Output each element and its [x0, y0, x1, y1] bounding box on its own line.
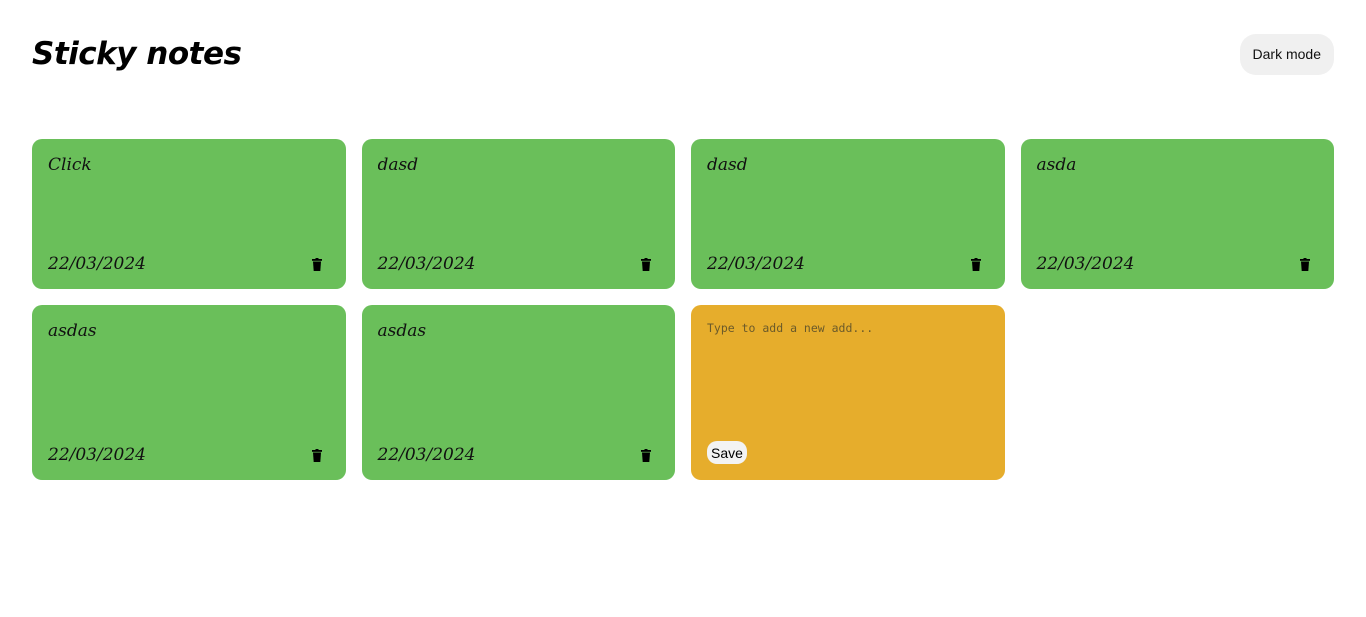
note-footer: 22/03/2024	[378, 253, 660, 275]
note-card: asdas 22/03/2024	[32, 305, 346, 480]
note-text: Click	[48, 155, 92, 175]
trash-icon[interactable]	[965, 253, 987, 275]
note-text: asda	[1036, 155, 1077, 175]
new-note-card: Save	[691, 305, 1005, 480]
note-text: dasd	[377, 155, 419, 175]
note-footer: 22/03/2024	[48, 444, 330, 466]
note-date: 22/03/2024	[1036, 254, 1135, 274]
note-card: asda 22/03/2024	[1020, 139, 1334, 289]
trash-icon[interactable]	[306, 253, 328, 275]
note-text: dasd	[707, 155, 748, 175]
note-card: dasd 22/03/2024	[361, 139, 675, 289]
note-text: asdas	[48, 321, 97, 341]
note-date: 22/03/2024	[707, 254, 805, 274]
note-card: Click 22/03/2024	[32, 139, 346, 289]
note-text: asdas	[377, 321, 427, 341]
note-date: 22/03/2024	[48, 445, 146, 465]
note-footer: 22/03/2024	[48, 253, 330, 275]
note-date: 22/03/2024	[48, 254, 146, 274]
dark-mode-button[interactable]: Dark mode	[1239, 33, 1334, 75]
note-date: 22/03/2024	[377, 254, 476, 274]
trash-icon[interactable]	[635, 253, 657, 275]
new-note-input[interactable]	[707, 321, 989, 441]
trash-icon[interactable]	[635, 444, 657, 466]
app-page: Sticky notes Dark mode Click 22/03/2024 …	[0, 0, 1366, 617]
header: Sticky notes Dark mode	[32, 33, 1334, 75]
note-footer: 22/03/2024	[378, 444, 660, 466]
new-note-footer: Save	[707, 441, 989, 466]
page-title: Sticky notes	[32, 36, 242, 72]
notes-grid: Click 22/03/2024 dasd 22/03/2024 dasd 22…	[32, 139, 1334, 480]
trash-icon[interactable]	[1294, 253, 1316, 275]
note-footer: 22/03/2024	[1037, 253, 1319, 275]
note-card: asdas 22/03/2024	[361, 305, 675, 480]
save-button[interactable]: Save	[707, 441, 747, 464]
note-date: 22/03/2024	[377, 445, 476, 465]
note-footer: 22/03/2024	[707, 253, 989, 275]
note-card: dasd 22/03/2024	[691, 139, 1005, 289]
trash-icon[interactable]	[306, 444, 328, 466]
